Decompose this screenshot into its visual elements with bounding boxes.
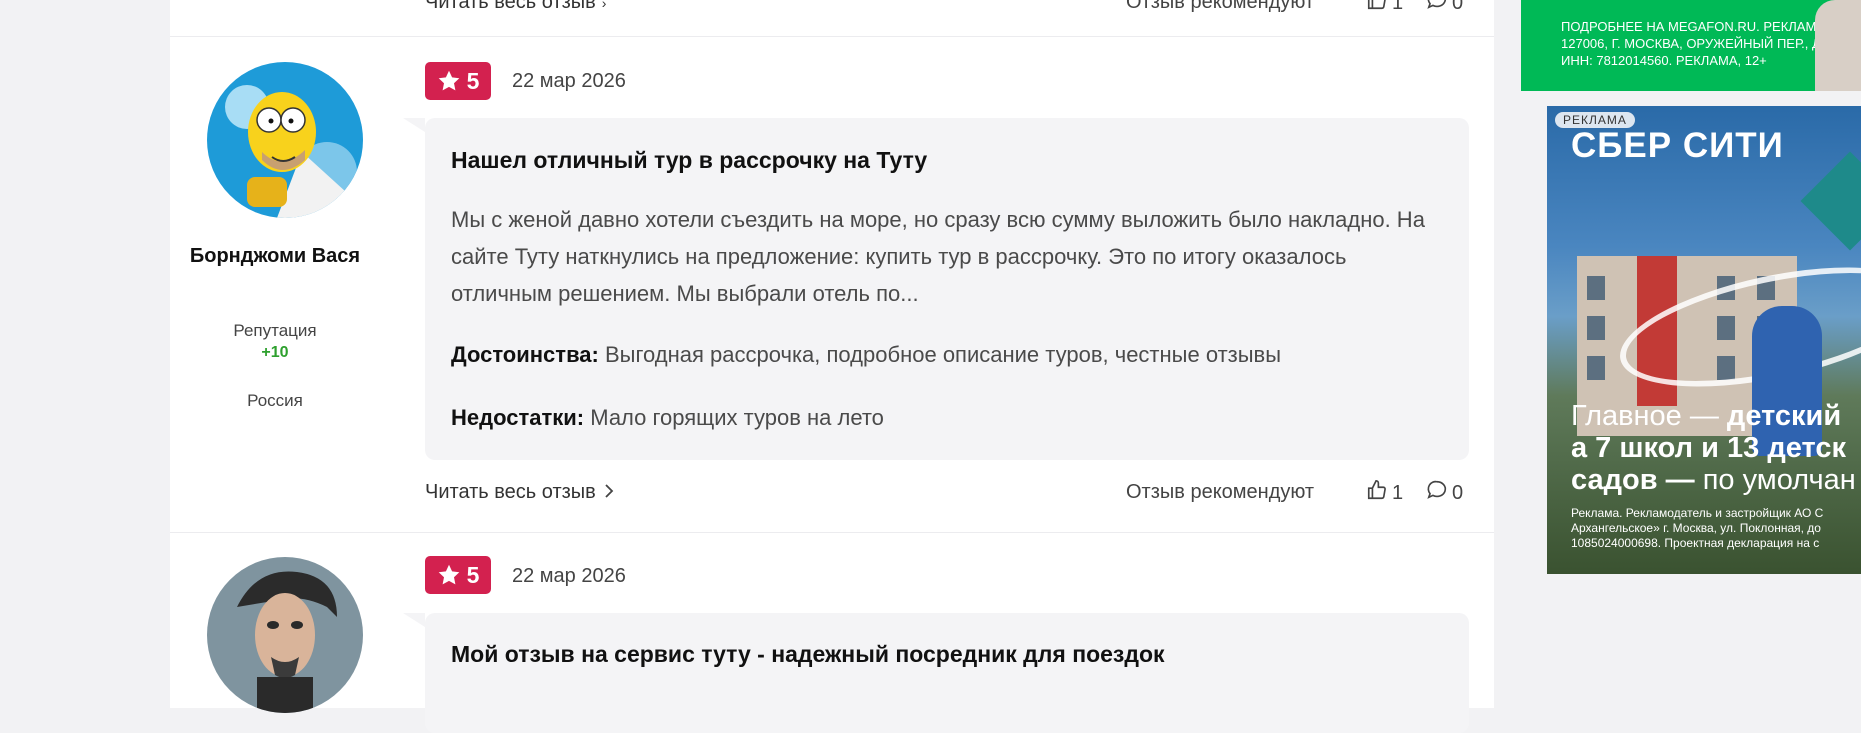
ad-slogan: Главное — детский а 7 школ и 13 детск са… — [1571, 400, 1856, 496]
slogan-text: садов — — [1571, 464, 1703, 496]
rating-value: 5 — [466, 561, 480, 588]
sber-city-ad-banner[interactable]: РЕКЛАМА СБЕР СИТИ Главное — детский а 7 … — [1547, 106, 1861, 574]
slogan-text: а 7 школ и 13 детск — [1571, 432, 1846, 464]
cons-text: Мало горящих туров на лето — [590, 405, 884, 430]
legal-line: Архангельское» г. Москва, ул. Поклонная,… — [1571, 521, 1821, 535]
author-country: Россия — [247, 391, 303, 410]
slogan-text: детский — [1726, 400, 1842, 432]
read-full-review-label: Читать весь отзыв — [425, 481, 596, 503]
thumb-up-icon — [1366, 479, 1388, 507]
reviews-list: Читать весь отзыв › Отзыв рекомендуют 1 0 — [170, 0, 1494, 733]
review-cons: Недостатки: Мало горящих туров на лето — [451, 405, 884, 431]
like-button[interactable]: 1 — [1366, 0, 1403, 17]
review-date: 22 мар 2026 — [512, 565, 626, 587]
slogan-text: по умолчан — [1702, 464, 1856, 496]
chevron-right-icon — [604, 481, 614, 504]
megafon-ad-banner[interactable]: ПОДРОБНЕЕ НА MEGAFON.RU. РЕКЛАМОДАТЕ 127… — [1521, 0, 1861, 91]
comments-button[interactable]: 0 — [1426, 479, 1463, 507]
divider — [170, 532, 1494, 533]
like-count: 1 — [1392, 0, 1404, 14]
recommend-label: Отзыв рекомендуют — [1126, 481, 1315, 503]
reputation-label: Репутация — [233, 321, 317, 340]
comment-count: 0 — [1452, 0, 1464, 14]
kite-image — [1800, 151, 1861, 251]
star-icon — [437, 69, 461, 93]
ad-person-image — [1815, 0, 1861, 91]
review-title[interactable]: Нашел отличный тур в рассрочку на Туту — [451, 147, 927, 174]
slogan-text: Главное — — [1571, 400, 1727, 432]
read-full-review-link[interactable]: Читать весь отзыв › — [425, 0, 606, 14]
like-count: 1 — [1392, 481, 1404, 504]
review-date: 22 мар 2026 — [512, 70, 626, 92]
legal-line: 1085024000698. Проектная декларация на с — [1571, 536, 1820, 550]
review-title[interactable]: Мой отзыв на сервис туту - надежный поср… — [451, 641, 1165, 668]
author-avatar[interactable] — [207, 62, 363, 218]
reputation-value: +10 — [261, 344, 289, 361]
comment-count: 0 — [1452, 481, 1464, 504]
chevron-right-icon: › — [601, 0, 607, 11]
star-icon — [437, 563, 461, 587]
rating-badge: 5 — [425, 556, 491, 594]
divider — [170, 36, 1494, 37]
read-full-review-link[interactable]: Читать весь отзыв — [425, 481, 614, 504]
read-full-review-label: Читать весь отзыв — [425, 0, 596, 13]
thumb-up-icon — [1366, 0, 1388, 17]
rating-value: 5 — [466, 67, 480, 94]
like-button[interactable]: 1 — [1366, 479, 1403, 507]
author-name[interactable]: Борнджоми Вася — [170, 243, 380, 269]
author-avatar[interactable] — [207, 557, 363, 713]
ad-legal-text: Реклама. Рекламодатель и застройщик АО С… — [1571, 506, 1823, 551]
pros-text: Выгодная рассрочка, подробное описание т… — [605, 342, 1282, 367]
pros-label: Достоинства: — [451, 342, 599, 367]
comment-icon — [1426, 479, 1448, 507]
ad-brand: СБЕР СИТИ — [1571, 126, 1784, 165]
comments-button[interactable]: 0 — [1426, 0, 1463, 17]
recommend-label: Отзыв рекомендуют — [1126, 0, 1315, 13]
review-pros: Достоинства: Выгодная рассрочка, подробн… — [451, 342, 1281, 368]
review-card: Мой отзыв на сервис туту - надежный поср… — [403, 613, 1469, 733]
review-card: Нашел отличный тур в рассрочку на Туту М… — [403, 118, 1469, 460]
comment-icon — [1426, 0, 1448, 17]
legal-line: Реклама. Рекламодатель и застройщик АО С — [1571, 506, 1824, 520]
review-body: Мы с женой давно хотели съездить на море… — [451, 207, 1425, 306]
cons-label: Недостатки: — [451, 405, 585, 430]
rating-badge: 5 — [425, 62, 491, 100]
